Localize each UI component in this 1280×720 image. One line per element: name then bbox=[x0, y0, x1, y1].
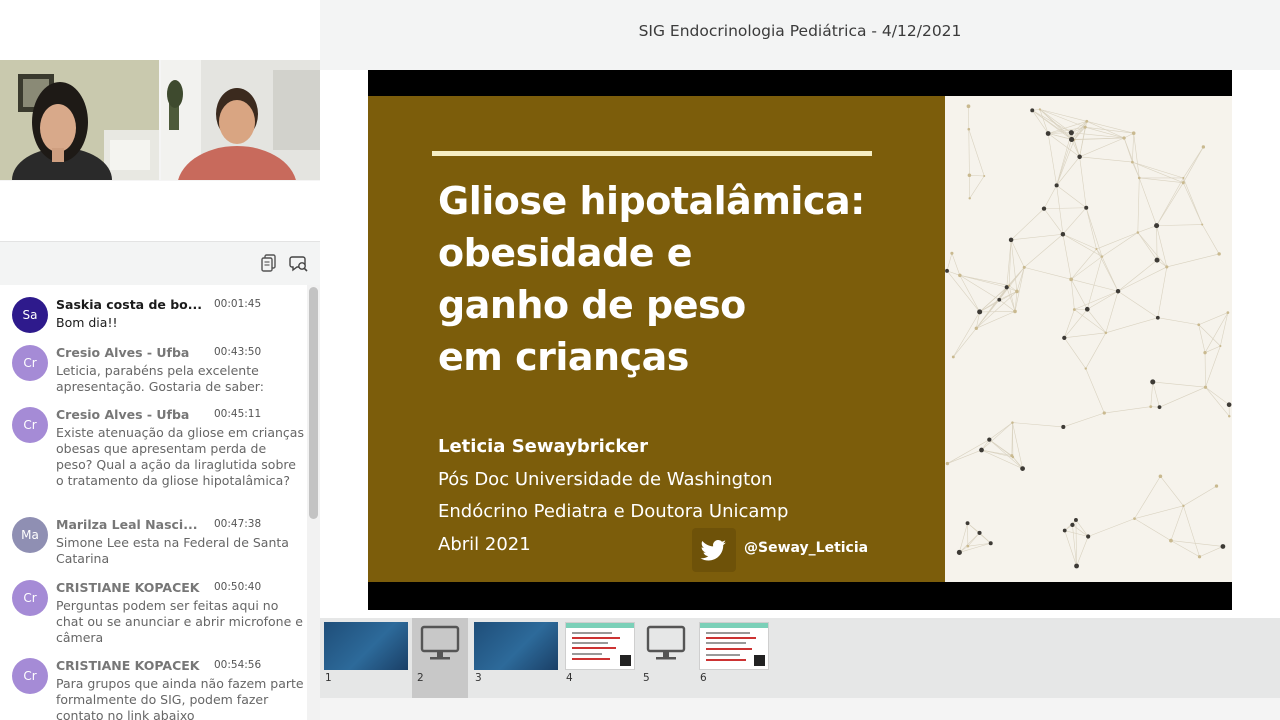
message-time: 00:43:50 bbox=[214, 346, 262, 358]
man-video-image bbox=[161, 60, 320, 180]
avatar: Ma bbox=[12, 517, 48, 553]
slide-author: Leticia Sewaybricker bbox=[438, 436, 649, 457]
slide-title-line: obesidade e bbox=[438, 231, 693, 275]
slide-rule bbox=[432, 151, 872, 156]
slide-date: Abril 2021 bbox=[438, 534, 531, 555]
message-author: Cresio Alves - Ufba bbox=[56, 345, 190, 360]
thumbnail-number: 1 bbox=[325, 672, 332, 684]
monitor-icon bbox=[644, 624, 688, 666]
meeting-window: Sa Saskia costa de bo... 00:01:45 Bom di… bbox=[0, 0, 1280, 720]
video-tiles bbox=[0, 60, 320, 181]
thumbnail-number: 5 bbox=[643, 672, 650, 684]
participant-video-1[interactable] bbox=[0, 60, 159, 180]
participant-video-2[interactable] bbox=[161, 60, 320, 180]
thumbnail-number: 4 bbox=[566, 672, 573, 684]
thumbnail-number: 2 bbox=[417, 672, 424, 684]
copy-icon[interactable] bbox=[258, 252, 280, 274]
thumbnail-2[interactable]: 2 bbox=[412, 618, 468, 698]
message-text: Bom dia!! bbox=[56, 315, 118, 330]
chat-messages: Sa Saskia costa de bo... 00:01:45 Bom di… bbox=[0, 285, 306, 720]
message-time: 00:50:40 bbox=[214, 581, 262, 593]
message-author: CRISTIANE KOPACEK bbox=[56, 658, 200, 673]
network-pattern bbox=[945, 96, 1232, 582]
avatar: Cr bbox=[12, 580, 48, 616]
message-author: CRISTIANE KOPACEK bbox=[56, 580, 200, 595]
slide-title-line: ganho de peso bbox=[438, 283, 746, 327]
chat-scrollbar[interactable] bbox=[307, 285, 320, 720]
message-author: Cresio Alves - Ufba bbox=[56, 407, 190, 422]
chat-search-icon[interactable] bbox=[288, 252, 310, 274]
message-time: 00:01:45 bbox=[214, 298, 262, 310]
monitor-icon bbox=[418, 624, 462, 666]
twitter-handle: @Seway_Leticia bbox=[744, 540, 869, 556]
message-text: Perguntas podem ser feitas aqui no chat … bbox=[56, 598, 303, 645]
header: SIG Endocrinologia Pediátrica - 4/12/202… bbox=[320, 0, 1280, 70]
woman-video-image bbox=[0, 60, 159, 180]
message-author: Saskia costa de bo... bbox=[56, 297, 203, 312]
message-text: Existe atenuação da gliose em crianças o… bbox=[56, 425, 304, 488]
message-time: 00:47:38 bbox=[214, 518, 262, 530]
message-text: Simone Lee esta na Federal de Santa Cata… bbox=[56, 535, 289, 566]
chat-toolbar bbox=[0, 241, 320, 285]
slide-title: Gliose hipotalâmica: obesidade e ganho d… bbox=[438, 175, 918, 383]
slide: Gliose hipotalâmica: obesidade e ganho d… bbox=[368, 70, 1232, 610]
presentation-stage: Gliose hipotalâmica: obesidade e ganho d… bbox=[320, 70, 1280, 618]
message-text: Para grupos que ainda não fazem parte fo… bbox=[56, 676, 304, 720]
bottom-bar bbox=[320, 698, 1280, 720]
thumbnail-4[interactable]: 4 bbox=[561, 618, 635, 698]
slide-thumbnails: 1 2 3 4 5 6 bbox=[320, 618, 1280, 698]
message-text: Leticia, parabéns pela excelente apresen… bbox=[56, 363, 264, 394]
avatar: Sa bbox=[12, 297, 48, 333]
avatar: Cr bbox=[12, 407, 48, 443]
slide-title-line: em crianças bbox=[438, 335, 689, 379]
thumbnail-image bbox=[474, 622, 558, 670]
twitter-icon bbox=[692, 528, 736, 572]
thumbnail-number: 6 bbox=[700, 672, 707, 684]
thumbnail-6[interactable]: 6 bbox=[695, 618, 769, 698]
panel-header bbox=[0, 0, 320, 60]
thumbnail-image bbox=[699, 622, 769, 670]
thumbnail-image bbox=[565, 622, 635, 670]
scrollbar-thumb[interactable] bbox=[309, 287, 318, 519]
thumbnail-5[interactable]: 5 bbox=[638, 618, 694, 698]
avatar: Cr bbox=[12, 345, 48, 381]
side-panel: Sa Saskia costa de bo... 00:01:45 Bom di… bbox=[0, 0, 320, 720]
message-author: Marilza Leal Nasci... bbox=[56, 517, 198, 532]
slide-title-line: Gliose hipotalâmica: bbox=[438, 179, 865, 223]
page-title: SIG Endocrinologia Pediátrica - 4/12/202… bbox=[638, 22, 962, 40]
thumbnail-1[interactable]: 1 bbox=[320, 618, 408, 698]
message-time: 00:54:56 bbox=[214, 659, 262, 671]
panel-spacer bbox=[0, 181, 320, 241]
slide-role: Endócrino Pediatra e Doutora Unicamp bbox=[438, 501, 789, 522]
slide-affiliation: Pós Doc Universidade de Washington bbox=[438, 469, 773, 490]
network-image bbox=[945, 104, 1232, 569]
message-time: 00:45:11 bbox=[214, 408, 262, 420]
avatar: Cr bbox=[12, 658, 48, 694]
thumbnail-image bbox=[324, 622, 408, 670]
thumbnail-3[interactable]: 3 bbox=[470, 618, 558, 698]
thumbnail-number: 3 bbox=[475, 672, 482, 684]
